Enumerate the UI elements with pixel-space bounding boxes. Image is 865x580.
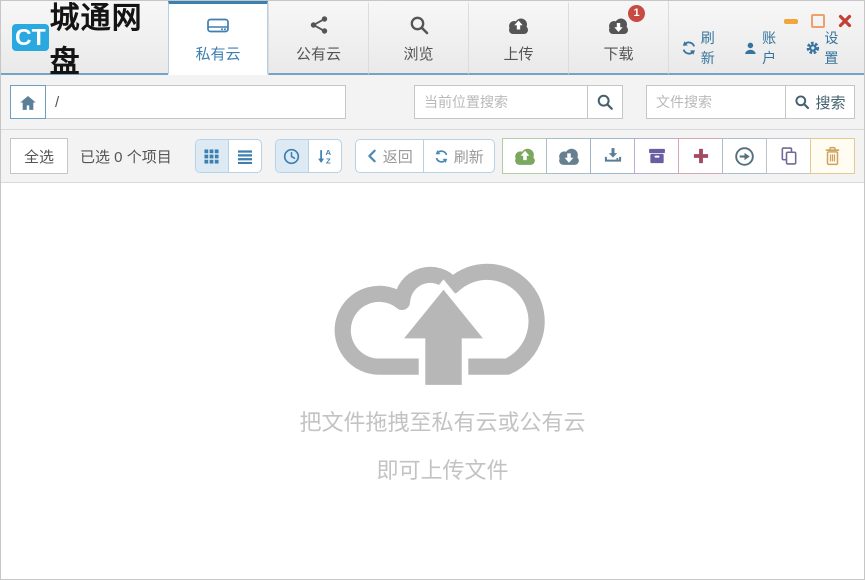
- file-search-group: 搜索: [646, 85, 855, 119]
- search-icon: [597, 94, 613, 110]
- search-button-label: 搜索: [815, 94, 846, 112]
- location-search-input[interactable]: [414, 85, 588, 119]
- new-folder-button[interactable]: [678, 138, 723, 174]
- tab-download[interactable]: 1 下载: [568, 1, 668, 75]
- minimize-icon: [784, 18, 798, 24]
- tab-public-cloud[interactable]: 公有云: [268, 1, 368, 75]
- grid-view-button[interactable]: [195, 140, 228, 172]
- view-toggle-group: [194, 139, 262, 173]
- user-icon: [745, 42, 756, 54]
- grid-icon: [204, 148, 219, 164]
- refresh-label: 刷新: [700, 30, 715, 66]
- delete-button[interactable]: [810, 138, 855, 174]
- refresh-button[interactable]: 刷新: [422, 140, 494, 172]
- account-link[interactable]: 账户: [743, 28, 789, 68]
- header-right: 刷新 账户 设置: [668, 1, 864, 75]
- cloud-download-icon: [558, 148, 579, 165]
- dropzone-hint-line1: 把文件拖拽至私有云或公有云: [299, 410, 586, 435]
- refresh-link[interactable]: 刷新: [681, 28, 728, 68]
- close-button[interactable]: [838, 14, 852, 28]
- location-search-group: [414, 85, 623, 119]
- toolbar: 全选 已选 0 个项目 AZ 返回 刷新: [1, 130, 864, 183]
- home-icon: [20, 95, 36, 110]
- svg-text:Z: Z: [326, 156, 331, 164]
- dropzone-hint-line2: 即可上传文件: [376, 458, 509, 483]
- utility-bar: 刷新 账户 设置: [681, 28, 852, 68]
- gear-icon: [806, 41, 819, 55]
- maximize-button[interactable]: [811, 14, 825, 28]
- tab-browse[interactable]: 浏览: [368, 1, 468, 75]
- sort-az-icon: AZ: [318, 148, 332, 165]
- list-view-button[interactable]: [227, 140, 261, 172]
- tab-upload[interactable]: 上传: [468, 1, 568, 75]
- tab-private-cloud[interactable]: 私有云: [168, 1, 268, 75]
- minimize-button[interactable]: [784, 18, 798, 24]
- settings-link[interactable]: 设置: [805, 28, 852, 68]
- location-search-button[interactable]: [587, 85, 623, 119]
- upload-to-cloud-button[interactable]: [502, 138, 547, 174]
- cloud-upload-watermark-icon: [334, 263, 545, 392]
- home-button[interactable]: [10, 85, 46, 119]
- search-icon: [795, 95, 810, 110]
- download-tray-icon: [604, 148, 621, 162]
- app-logo: CT 城通网盘: [1, 1, 168, 79]
- file-search-input[interactable]: [646, 85, 786, 119]
- close-icon: [838, 14, 852, 28]
- nav-group: 返回 刷新: [354, 139, 495, 173]
- back-button[interactable]: 返回: [356, 140, 423, 172]
- search-icon: [409, 13, 429, 35]
- copy-icon: [781, 147, 796, 165]
- move-button[interactable]: [722, 138, 767, 174]
- cloud-upload-icon: [506, 13, 531, 35]
- back-label: 返回: [382, 148, 413, 166]
- copy-button[interactable]: [766, 138, 811, 174]
- cloud-upload-icon: [514, 148, 535, 165]
- tab-label: 私有云: [195, 46, 241, 63]
- refresh-label: 刷新: [453, 148, 484, 166]
- save-to-local-button[interactable]: [590, 138, 635, 174]
- list-icon: [237, 149, 252, 164]
- file-area[interactable]: 把文件拖拽至私有云或公有云 即可上传文件: [1, 183, 864, 579]
- dropzone: 把文件拖拽至私有云或公有云 即可上传文件: [299, 183, 586, 485]
- address-row: 搜索: [1, 75, 864, 130]
- clock-icon: [284, 148, 300, 164]
- share-icon: [309, 13, 329, 35]
- svg-text:A: A: [326, 148, 332, 157]
- app-window: CT 城通网盘 私有云 公有云 浏览 上传 1 下载 刷新 账户 设置 / 当前…: [0, 0, 865, 580]
- select-all-button[interactable]: 全选: [10, 138, 69, 174]
- archive-box-icon: [648, 148, 665, 164]
- sort-toggle-group: AZ: [274, 139, 342, 173]
- download-from-cloud-button[interactable]: [546, 138, 591, 174]
- path-input[interactable]: [46, 85, 346, 119]
- logo-text: 城通网盘: [49, 2, 143, 79]
- settings-label: 设置: [824, 30, 839, 66]
- window-controls: [784, 14, 852, 28]
- refresh-icon: [682, 41, 696, 55]
- plus-icon: [693, 148, 708, 164]
- tab-label: 下载: [603, 46, 634, 63]
- download-count-badge: 1: [628, 5, 645, 22]
- trash-icon: [825, 146, 840, 166]
- file-actions: [502, 138, 855, 174]
- selection-status: 已选 0 个项目: [80, 148, 172, 166]
- arrow-right-circle-icon: [735, 146, 754, 166]
- chevron-left-icon: [367, 149, 376, 163]
- cloud-download-icon: 1: [606, 5, 645, 35]
- tab-label: 上传: [503, 46, 534, 63]
- logo-badge: CT: [12, 23, 49, 51]
- maximize-icon: [811, 14, 825, 28]
- tab-label: 公有云: [295, 46, 341, 63]
- sort-alpha-button[interactable]: AZ: [307, 140, 341, 172]
- file-search-button[interactable]: 搜索: [785, 85, 855, 119]
- sort-by-time-button[interactable]: [275, 140, 308, 172]
- account-label: 账户: [762, 30, 777, 66]
- header: CT 城通网盘 私有云 公有云 浏览 上传 1 下载 刷新 账户 设置: [1, 1, 864, 79]
- refresh-icon: [435, 149, 448, 163]
- hard-drive-icon: [206, 13, 230, 35]
- tab-label: 浏览: [403, 46, 434, 63]
- archive-button[interactable]: [634, 138, 679, 174]
